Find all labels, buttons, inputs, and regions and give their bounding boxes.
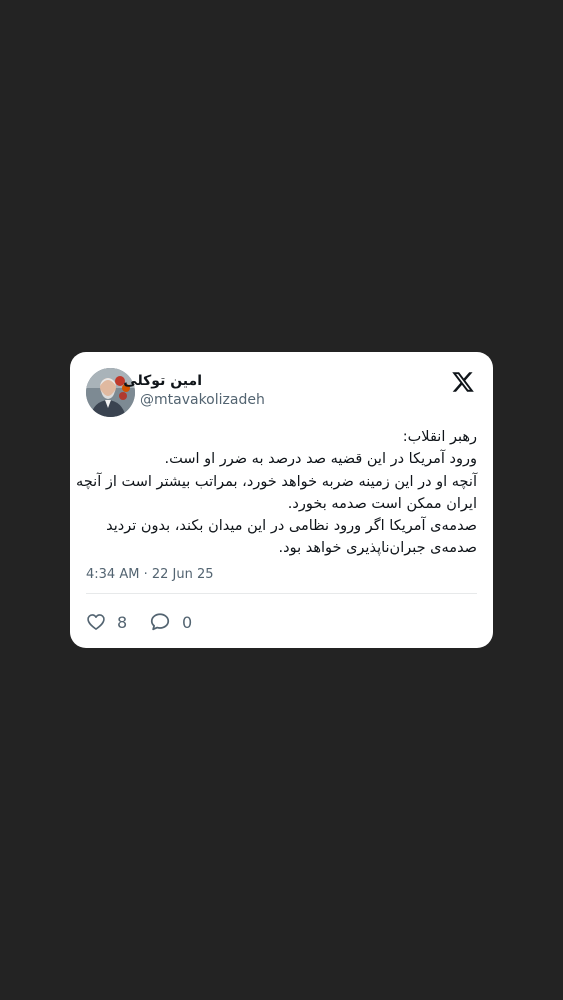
author-handle[interactable]: @mtavakolizadeh — [140, 392, 265, 408]
reply-count: 0 — [182, 612, 193, 632]
tweet-line: ایران ممکن است صدمه بخورد. — [287, 495, 477, 512]
tweet-line: صدمه‌ی آمریکا اگر ورود نظامی در این میدا… — [106, 518, 477, 535]
speech-bubble-icon — [150, 613, 170, 631]
tweet-text: رهبر انقلاب: ورود آمریکا در این قضیه صد … — [76, 426, 477, 560]
tweet-line: ورود آمریکا در این قضیه صد درصد به ضرر ا… — [164, 451, 477, 468]
like-count: 8 — [117, 612, 128, 632]
tweet-timestamp[interactable]: 4:34 AM · 22 Jun 25 — [86, 567, 214, 582]
like-button[interactable]: 8 — [86, 610, 127, 634]
tweet-line: صدمه‌ی جبران‌ناپذیری خواهد بود. — [278, 540, 477, 557]
tweet-card: امین توکلی @mtavakolizadeh رهبر انقلاب: … — [70, 352, 493, 648]
heart-icon — [87, 614, 105, 630]
author-display-name[interactable]: امین توکلی — [123, 373, 202, 389]
x-logo-icon[interactable] — [451, 370, 475, 394]
reply-button[interactable]: 0 — [149, 610, 192, 634]
tweet-line: آنچه او در این زمینه ضربه خواهد خورد، بم… — [76, 473, 477, 490]
divider — [86, 593, 477, 594]
tweet-line: رهبر انقلاب: — [402, 429, 477, 445]
